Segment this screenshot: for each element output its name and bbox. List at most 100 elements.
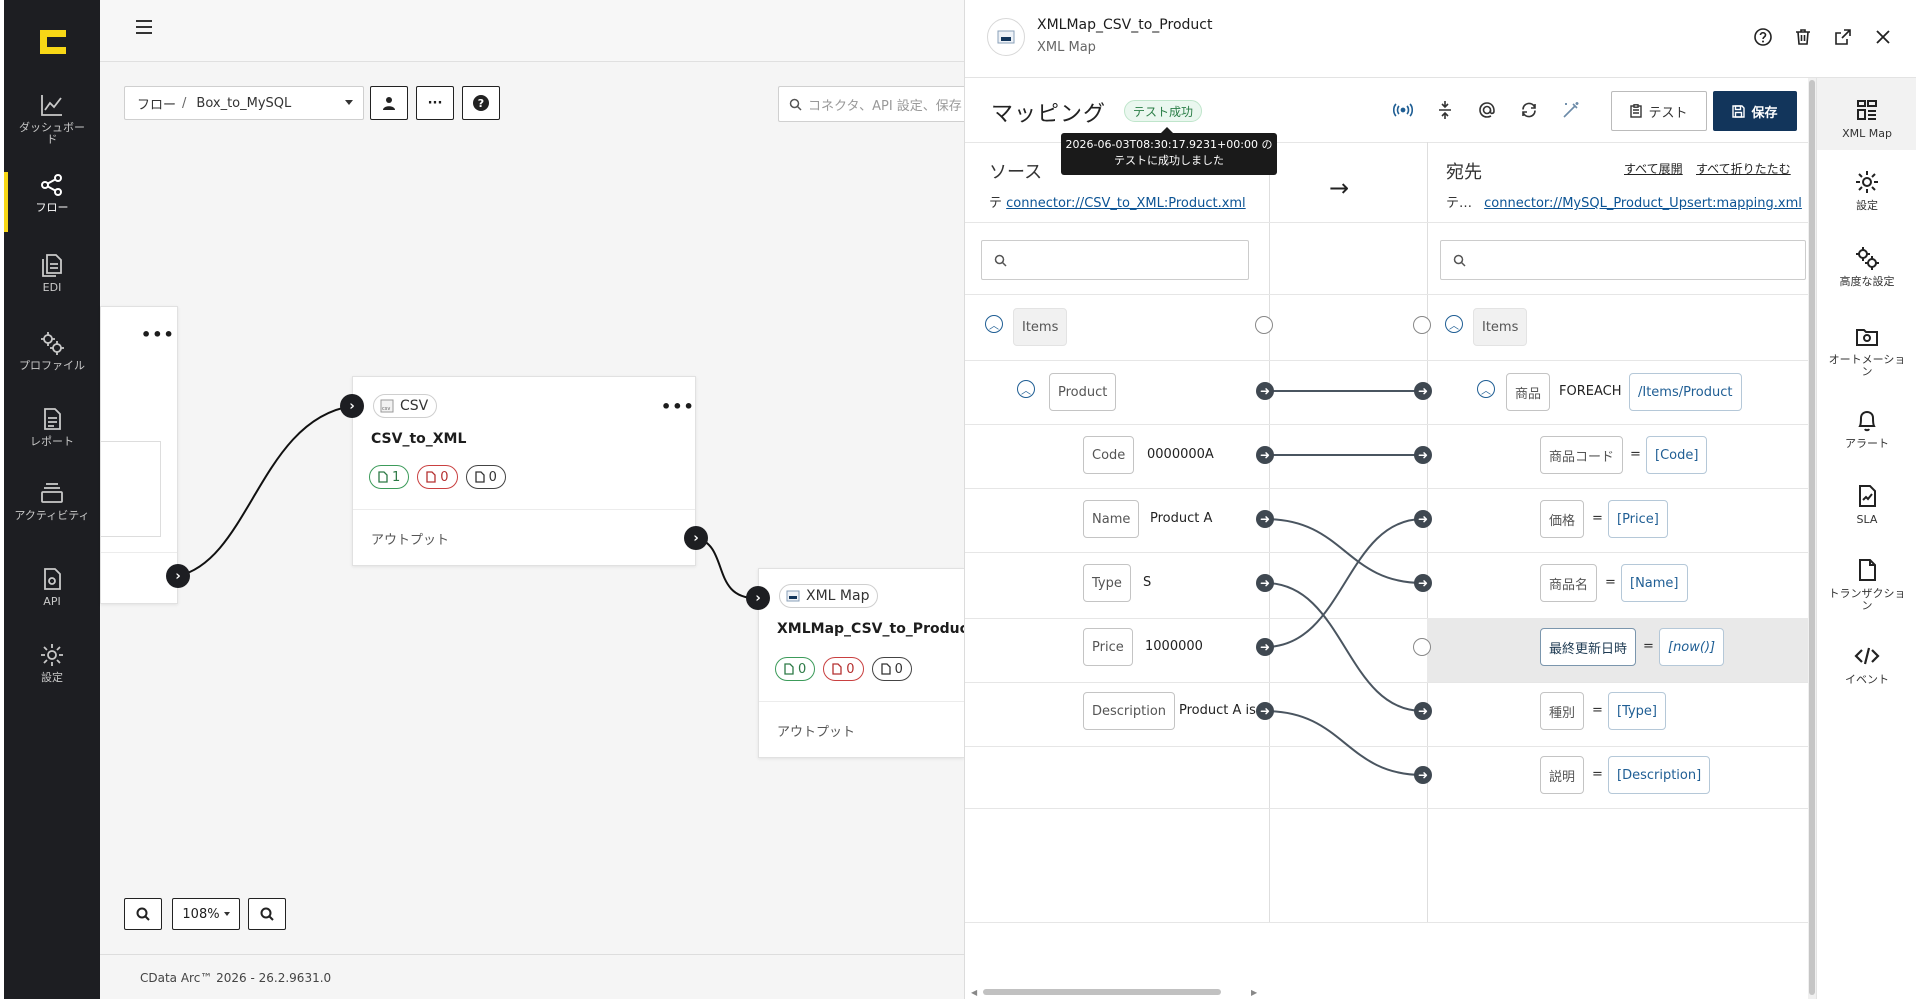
- rail-sla[interactable]: SLA: [1817, 482, 1916, 526]
- dest-expression[interactable]: [Type]: [1608, 692, 1667, 730]
- panel-vertical-scrollbar[interactable]: [1808, 78, 1816, 999]
- node-counts: 0 0 0: [775, 657, 912, 681]
- source-node-product[interactable]: Product: [1049, 373, 1117, 411]
- close-icon[interactable]: [1873, 27, 1893, 47]
- dest-expression[interactable]: [Description]: [1608, 756, 1711, 794]
- mapping-anchor[interactable]: [1413, 638, 1431, 656]
- external-link-icon[interactable]: [1833, 27, 1853, 47]
- flow-canvas[interactable]: フロー / Box_to_MySQL ··· ? コネクタ、API 設定、保存 …: [100, 0, 975, 999]
- source-field-name[interactable]: Name: [1083, 500, 1140, 538]
- source-field-price[interactable]: Price: [1083, 628, 1133, 666]
- file-icon: [474, 471, 485, 483]
- mapping-anchor-icon[interactable]: ➜: [1256, 382, 1274, 400]
- zoom-out-icon: [260, 907, 274, 921]
- nav-api[interactable]: API: [4, 566, 100, 638]
- mapping-anchor-icon[interactable]: ➜: [1256, 446, 1274, 464]
- dest-expression[interactable]: [Code]: [1646, 436, 1708, 474]
- input-port[interactable]: ›: [746, 586, 770, 610]
- rail-xmlmap[interactable]: XML Map: [1817, 78, 1916, 150]
- dest-field[interactable]: 商品名: [1540, 564, 1598, 602]
- output-port[interactable]: ›: [684, 526, 708, 550]
- scroll-left-icon[interactable]: ◀: [971, 988, 977, 997]
- connector-node-csv[interactable]: csv CSV ••• CSV_to_XML 1 0 0 アウトプット: [352, 376, 696, 566]
- pending-count[interactable]: 0: [465, 465, 506, 489]
- zoom-level-select[interactable]: 108%: [172, 898, 240, 930]
- source-node-items[interactable]: Items: [1013, 308, 1068, 346]
- mapping-anchor-icon[interactable]: ➜: [1414, 766, 1432, 784]
- equals-sign: =: [1592, 703, 1603, 718]
- dest-expression[interactable]: [now()]: [1659, 628, 1725, 666]
- connector-node-xmlmap[interactable]: XML Map XMLMap_CSV_to_Product 0 0 0 アウトプ…: [758, 568, 975, 758]
- gear-icon: [1856, 171, 1878, 193]
- pending-count[interactable]: 0: [871, 657, 912, 681]
- rail-alert[interactable]: アラート: [1817, 406, 1916, 450]
- help-icon[interactable]: [1753, 27, 1773, 47]
- dest-node-product[interactable]: 商品: [1506, 373, 1551, 411]
- zoom-out-button[interactable]: [248, 898, 286, 930]
- source-field-type[interactable]: Type: [1083, 564, 1131, 602]
- source-field-description[interactable]: Description: [1083, 692, 1176, 730]
- zoom-in-button[interactable]: [124, 898, 162, 930]
- mapping-anchor-icon[interactable]: ➜: [1414, 510, 1432, 528]
- collapse-icon[interactable]: ︿: [1017, 380, 1035, 398]
- error-count[interactable]: 0: [417, 465, 458, 489]
- mapping-anchor-icon[interactable]: ➜: [1256, 510, 1274, 528]
- nav-profile[interactable]: プロファイル: [4, 330, 100, 402]
- nav-activity[interactable]: アクティビティ: [4, 480, 100, 552]
- dest-expression[interactable]: [Name]: [1621, 564, 1688, 602]
- node-more-button[interactable]: •••: [141, 325, 175, 344]
- success-count[interactable]: 1: [369, 465, 410, 489]
- rail-transaction[interactable]: トランザクション: [1817, 556, 1916, 612]
- dest-field[interactable]: 価格: [1540, 500, 1585, 538]
- nav-settings[interactable]: 設定: [4, 642, 100, 714]
- collapse-icon[interactable]: ︿: [985, 315, 1003, 333]
- rail-label: イベント: [1845, 673, 1889, 686]
- dest-field[interactable]: 商品コード: [1540, 436, 1624, 474]
- mapping-anchor-icon[interactable]: ➜: [1414, 382, 1432, 400]
- sla-icon: [1859, 485, 1876, 507]
- trash-icon[interactable]: [1793, 27, 1813, 47]
- file-check-icon: [784, 663, 794, 675]
- output-port[interactable]: ›: [166, 564, 190, 588]
- node-counts: 1 0 0: [369, 465, 506, 489]
- dest-field[interactable]: 種別: [1540, 692, 1585, 730]
- nav-report[interactable]: レポート: [4, 406, 100, 478]
- connector-node-partial[interactable]: •••: [100, 306, 178, 604]
- collapse-icon[interactable]: ︿: [1445, 315, 1463, 333]
- mapping-anchor-icon[interactable]: ➜: [1414, 574, 1432, 592]
- source-field-code[interactable]: Code: [1083, 436, 1135, 474]
- rail-advanced-settings[interactable]: 高度な設定: [1817, 244, 1916, 288]
- mapping-anchor-icon[interactable]: ➜: [1256, 574, 1274, 592]
- foreach-path[interactable]: /Items/Product: [1629, 373, 1742, 411]
- success-count[interactable]: 0: [775, 657, 816, 681]
- nav-dashboard[interactable]: ダッシュボード: [4, 92, 100, 164]
- mapping-anchor-icon[interactable]: ➜: [1414, 446, 1432, 464]
- zoom-in-icon: [136, 907, 150, 921]
- dest-field[interactable]: 説明: [1540, 756, 1585, 794]
- rail-event[interactable]: イベント: [1817, 642, 1916, 686]
- source-horizontal-scrollbar[interactable]: ◀ ▶: [971, 988, 1261, 997]
- input-port[interactable]: ›: [340, 394, 364, 418]
- share-icon: [41, 174, 62, 196]
- mapping-anchor-icon[interactable]: ➜: [1414, 702, 1432, 720]
- scrollbar-thumb[interactable]: [1809, 80, 1815, 995]
- dest-expression[interactable]: [Price]: [1608, 500, 1668, 538]
- mapping-anchor-icon[interactable]: ➜: [1256, 702, 1274, 720]
- equals-sign: =: [1592, 767, 1603, 782]
- collapse-icon[interactable]: ︿: [1477, 380, 1495, 398]
- rail-settings[interactable]: 設定: [1817, 168, 1916, 212]
- scrollbar-thumb[interactable]: [983, 989, 1221, 995]
- scroll-right-icon[interactable]: ▶: [1251, 988, 1257, 997]
- dest-node-items[interactable]: Items: [1473, 308, 1528, 346]
- mapping-anchor-icon[interactable]: ➜: [1256, 638, 1274, 656]
- nav-label: フロー: [35, 201, 69, 214]
- equals-sign: =: [1605, 575, 1616, 590]
- error-count[interactable]: 0: [823, 657, 864, 681]
- rail-automation[interactable]: オートメーション: [1817, 322, 1916, 378]
- nav-flow[interactable]: フロー: [4, 172, 100, 244]
- nav-edi[interactable]: EDI: [4, 252, 100, 324]
- dest-field[interactable]: 最終更新日時: [1540, 628, 1637, 666]
- node-more-button[interactable]: •••: [661, 397, 695, 416]
- mapping-anchor[interactable]: [1255, 316, 1273, 334]
- mapping-anchor[interactable]: [1413, 316, 1431, 334]
